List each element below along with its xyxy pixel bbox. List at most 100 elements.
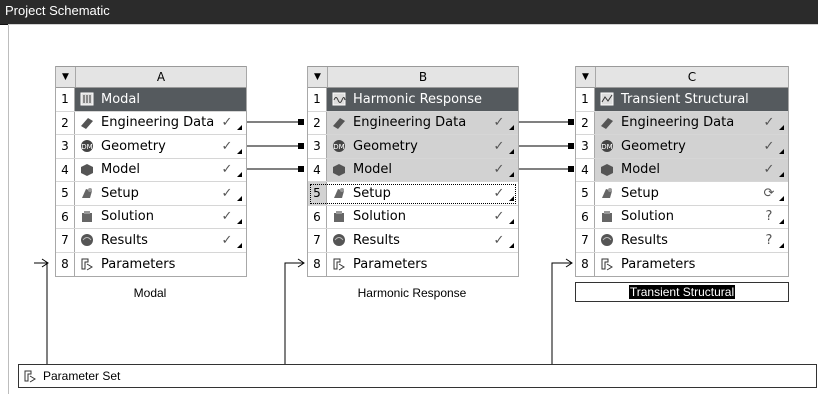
cell-menu-triangle-icon[interactable] bbox=[779, 172, 784, 178]
cell-menu-triangle-icon[interactable] bbox=[237, 172, 242, 178]
cell-model[interactable]: 4 Model ✓ bbox=[56, 158, 246, 182]
cell-label: Model bbox=[353, 162, 393, 178]
cell-engineering-data[interactable]: 2 Engineering Data ✓ bbox=[56, 111, 246, 135]
transient-structural-icon bbox=[598, 91, 616, 107]
cell-model[interactable]: 4 Model ✓ bbox=[308, 158, 518, 182]
row-number: 5 bbox=[576, 182, 595, 205]
cell-menu-triangle-icon[interactable] bbox=[237, 125, 242, 131]
cell-setup[interactable]: 5 Setup ✓ bbox=[56, 182, 246, 206]
status-check-icon: ✓ bbox=[221, 115, 233, 131]
cell-parameters[interactable]: 8 Parameters bbox=[308, 252, 518, 276]
svg-text:DM: DM bbox=[333, 143, 344, 151]
system-header[interactable]: ▼ A bbox=[56, 66, 246, 88]
cell-label: Transient Structural bbox=[621, 91, 749, 107]
status-check-icon: ✓ bbox=[763, 162, 775, 178]
system-c-transient-structural[interactable]: ▼ C 1 Transient Structural 2 Engineering… bbox=[575, 66, 789, 277]
parameters-icon bbox=[78, 256, 96, 272]
results-icon bbox=[78, 232, 96, 248]
row-number: 3 bbox=[56, 135, 75, 158]
setup-icon bbox=[598, 185, 616, 201]
status-check-icon: ✓ bbox=[221, 185, 233, 201]
cell-geometry[interactable]: 3 DM Geometry ✓ bbox=[308, 135, 518, 159]
solution-icon bbox=[78, 209, 96, 225]
cell-label: Results bbox=[353, 232, 400, 248]
cell-geometry[interactable]: 3 DM Geometry ✓ bbox=[56, 135, 246, 159]
cell-menu-triangle-icon[interactable] bbox=[779, 195, 784, 201]
cell-label: Model bbox=[621, 162, 661, 178]
cell-engineering-data[interactable]: 2 Engineering Data ✓ bbox=[308, 111, 518, 135]
cell-menu-triangle-icon[interactable] bbox=[237, 195, 242, 201]
system-menu-arrow-icon[interactable]: ▼ bbox=[56, 67, 76, 87]
cell-parameters[interactable]: 8 Parameters bbox=[576, 252, 788, 276]
system-a-caption[interactable]: Modal bbox=[55, 286, 245, 300]
system-b-caption[interactable]: Harmonic Response bbox=[307, 286, 517, 300]
geometry-icon: DM bbox=[330, 138, 348, 154]
cell-parameters[interactable]: 8 Parameters bbox=[56, 252, 246, 276]
cell-label: Geometry bbox=[621, 138, 686, 154]
cell-menu-triangle-icon[interactable] bbox=[509, 242, 514, 248]
cell-menu-triangle-icon[interactable] bbox=[237, 148, 242, 154]
cell-solution[interactable]: 6 Solution ✓ bbox=[308, 205, 518, 229]
status-check-icon: ✓ bbox=[221, 162, 233, 178]
system-menu-arrow-icon[interactable]: ▼ bbox=[576, 67, 596, 87]
cell-menu-triangle-icon[interactable] bbox=[779, 219, 784, 225]
cell-transient-structural[interactable]: 1 Transient Structural bbox=[576, 88, 788, 112]
status-check-icon: ✓ bbox=[763, 138, 775, 154]
cell-label: Parameters bbox=[101, 256, 176, 272]
cell-geometry[interactable]: 3 DM Geometry ✓ bbox=[576, 135, 788, 159]
svg-text:DM: DM bbox=[81, 143, 92, 151]
cell-setup-selected[interactable]: 5 Setup ✓ bbox=[308, 182, 518, 206]
cell-setup[interactable]: 5 Setup ⟳ bbox=[576, 182, 788, 206]
cell-menu-triangle-icon[interactable] bbox=[509, 219, 514, 225]
geometry-icon: DM bbox=[598, 138, 616, 154]
system-menu-arrow-icon[interactable]: ▼ bbox=[308, 67, 328, 87]
row-number: 8 bbox=[308, 252, 327, 276]
system-a-modal[interactable]: ▼ A 1 Modal 2 Engineering Data ✓ 3 DM Ge… bbox=[55, 66, 247, 277]
cell-menu-triangle-icon[interactable] bbox=[509, 172, 514, 178]
cell-menu-triangle-icon[interactable] bbox=[509, 195, 514, 201]
cell-results[interactable]: 7 Results ? bbox=[576, 229, 788, 253]
status-unfulfilled-icon: ? bbox=[765, 232, 773, 248]
status-check-icon: ✓ bbox=[763, 115, 775, 131]
cell-solution[interactable]: 6 Solution ? bbox=[576, 205, 788, 229]
cell-harmonic-response[interactable]: 1 Harmonic Response bbox=[308, 88, 518, 112]
engineering-data-icon bbox=[598, 115, 616, 131]
cell-label: Modal bbox=[101, 91, 140, 107]
cell-model[interactable]: 4 Model ✓ bbox=[576, 158, 788, 182]
system-letter: B bbox=[418, 70, 428, 84]
cell-label: Results bbox=[621, 232, 668, 248]
svg-text:DM: DM bbox=[601, 143, 612, 151]
system-header[interactable]: ▼ C bbox=[576, 66, 788, 88]
cell-menu-triangle-icon[interactable] bbox=[509, 125, 514, 131]
row-number: 4 bbox=[308, 158, 327, 181]
cell-menu-triangle-icon[interactable] bbox=[779, 125, 784, 131]
cell-solution[interactable]: 6 Solution ✓ bbox=[56, 205, 246, 229]
row-number: 5 bbox=[308, 182, 327, 205]
cell-results[interactable]: 7 Results ✓ bbox=[56, 229, 246, 253]
status-check-icon: ✓ bbox=[493, 162, 505, 178]
row-number: 7 bbox=[56, 229, 75, 252]
caption-selected-text: Transient Structural bbox=[628, 285, 736, 299]
cell-results[interactable]: 7 Results ✓ bbox=[308, 229, 518, 253]
cell-label: Solution bbox=[101, 209, 154, 225]
parameters-icon bbox=[23, 369, 37, 383]
status-check-icon: ✓ bbox=[221, 138, 233, 154]
cell-menu-triangle-icon[interactable] bbox=[779, 148, 784, 154]
cell-engineering-data[interactable]: 2 Engineering Data ✓ bbox=[576, 111, 788, 135]
cell-modal[interactable]: 1 Modal bbox=[56, 88, 246, 112]
status-unfulfilled-icon: ? bbox=[765, 209, 773, 225]
row-number: 7 bbox=[576, 229, 595, 252]
cell-label: Parameters bbox=[621, 256, 696, 272]
geometry-icon: DM bbox=[78, 138, 96, 154]
model-icon bbox=[598, 162, 616, 178]
cell-label: Harmonic Response bbox=[353, 91, 483, 107]
system-c-caption-input[interactable]: Transient Structural bbox=[575, 282, 789, 302]
system-header[interactable]: ▼ B bbox=[308, 66, 518, 88]
cell-menu-triangle-icon[interactable] bbox=[509, 148, 514, 154]
cell-menu-triangle-icon[interactable] bbox=[237, 242, 242, 248]
status-check-icon: ✓ bbox=[493, 232, 505, 248]
system-b-harmonic-response[interactable]: ▼ B 1 Harmonic Response 2 Engineering Da… bbox=[307, 66, 519, 277]
parameter-set-bar[interactable]: Parameter Set bbox=[18, 364, 817, 388]
cell-menu-triangle-icon[interactable] bbox=[237, 219, 242, 225]
cell-menu-triangle-icon[interactable] bbox=[779, 242, 784, 248]
